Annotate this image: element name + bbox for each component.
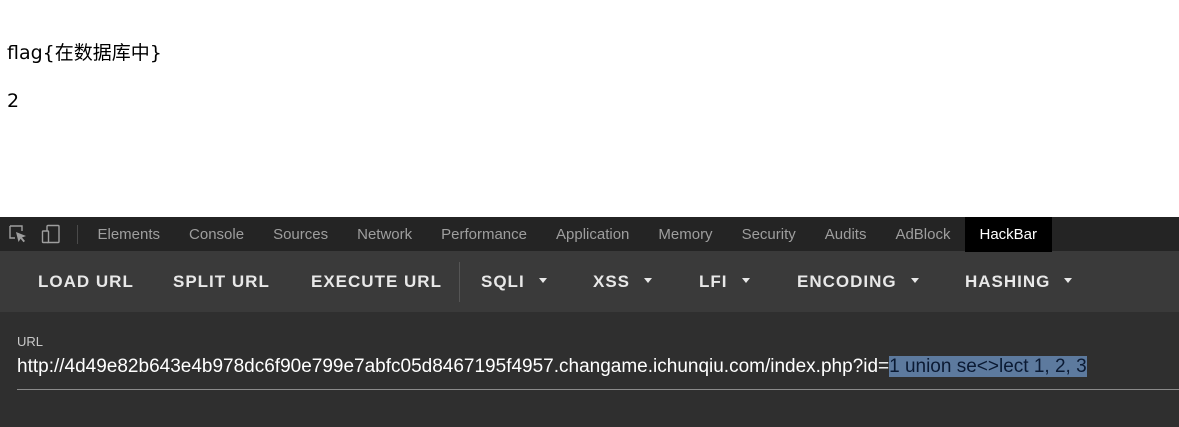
devtools-tabs: Elements Console Sources Network Perform… — [83, 217, 1052, 252]
split-url-button[interactable]: SPLIT URL — [173, 252, 270, 312]
load-url-label: LOAD URL — [38, 272, 134, 291]
execute-url-label: EXECUTE URL — [311, 272, 442, 291]
encoding-caret-icon — [910, 278, 919, 284]
tab-memory[interactable]: Memory — [644, 217, 727, 252]
sqli-label: SQLI — [481, 272, 525, 291]
lfi-menu-button[interactable]: LFI — [699, 252, 750, 312]
tab-security[interactable]: Security — [727, 217, 810, 252]
tab-console[interactable]: Console — [175, 217, 259, 252]
hashing-label: HASHING — [965, 272, 1051, 291]
url-value[interactable]: http://4d49e82b643e4b978dc6f90e799e7abfc… — [17, 356, 1087, 378]
tabbar-divider — [77, 225, 78, 244]
lfi-caret-icon — [741, 278, 750, 284]
execute-url-button[interactable]: EXECUTE URL — [311, 252, 442, 312]
tab-network[interactable]: Network — [343, 217, 427, 252]
hashing-caret-icon — [1064, 278, 1073, 284]
url-base-text: http://4d49e82b643e4b978dc6f90e799e7abfc… — [17, 356, 890, 377]
toolbar-divider — [459, 262, 460, 302]
split-url-label: SPLIT URL — [173, 272, 270, 291]
xss-caret-icon — [644, 278, 653, 284]
tab-sources[interactable]: Sources — [259, 217, 343, 252]
tab-performance[interactable]: Performance — [427, 217, 542, 252]
devtools-tabbar: Elements Console Sources Network Perform… — [0, 217, 1179, 252]
tab-adblock[interactable]: AdBlock — [881, 217, 965, 252]
tab-application[interactable]: Application — [542, 217, 644, 252]
url-field-label: URL — [17, 334, 44, 349]
tab-elements[interactable]: Elements — [83, 217, 175, 252]
flag-text: flag{在数据库中} — [7, 42, 162, 64]
xss-label: XSS — [593, 272, 631, 291]
encoding-label: ENCODING — [797, 272, 897, 291]
encoding-menu-button[interactable]: ENCODING — [797, 252, 919, 312]
devtools-panel: Elements Console Sources Network Perform… — [0, 217, 1179, 427]
inspect-element-icon[interactable] — [8, 224, 28, 244]
output-number: 2 — [7, 90, 20, 112]
xss-menu-button[interactable]: XSS — [593, 252, 653, 312]
url-panel: URL http://4d49e82b643e4b978dc6f90e799e7… — [0, 312, 1179, 427]
device-toggle-icon[interactable] — [41, 224, 61, 244]
url-selected-text: 1 union se<>lect 1, 2, 3 — [889, 356, 1087, 377]
load-url-button[interactable]: LOAD URL — [38, 252, 134, 312]
hackbar-toolbar: LOAD URL SPLIT URL EXECUTE URL SQLI XSS … — [0, 252, 1179, 312]
tab-hackbar[interactable]: HackBar — [964, 217, 1052, 252]
sqli-caret-icon — [538, 278, 547, 284]
hashing-menu-button[interactable]: HASHING — [965, 252, 1073, 312]
lfi-label: LFI — [699, 272, 728, 291]
sqli-menu-button[interactable]: SQLI — [481, 252, 547, 312]
url-input[interactable]: http://4d49e82b643e4b978dc6f90e799e7abfc… — [17, 352, 1179, 390]
tab-audits[interactable]: Audits — [810, 217, 881, 252]
page-content: flag{在数据库中} 2 — [0, 0, 1179, 217]
